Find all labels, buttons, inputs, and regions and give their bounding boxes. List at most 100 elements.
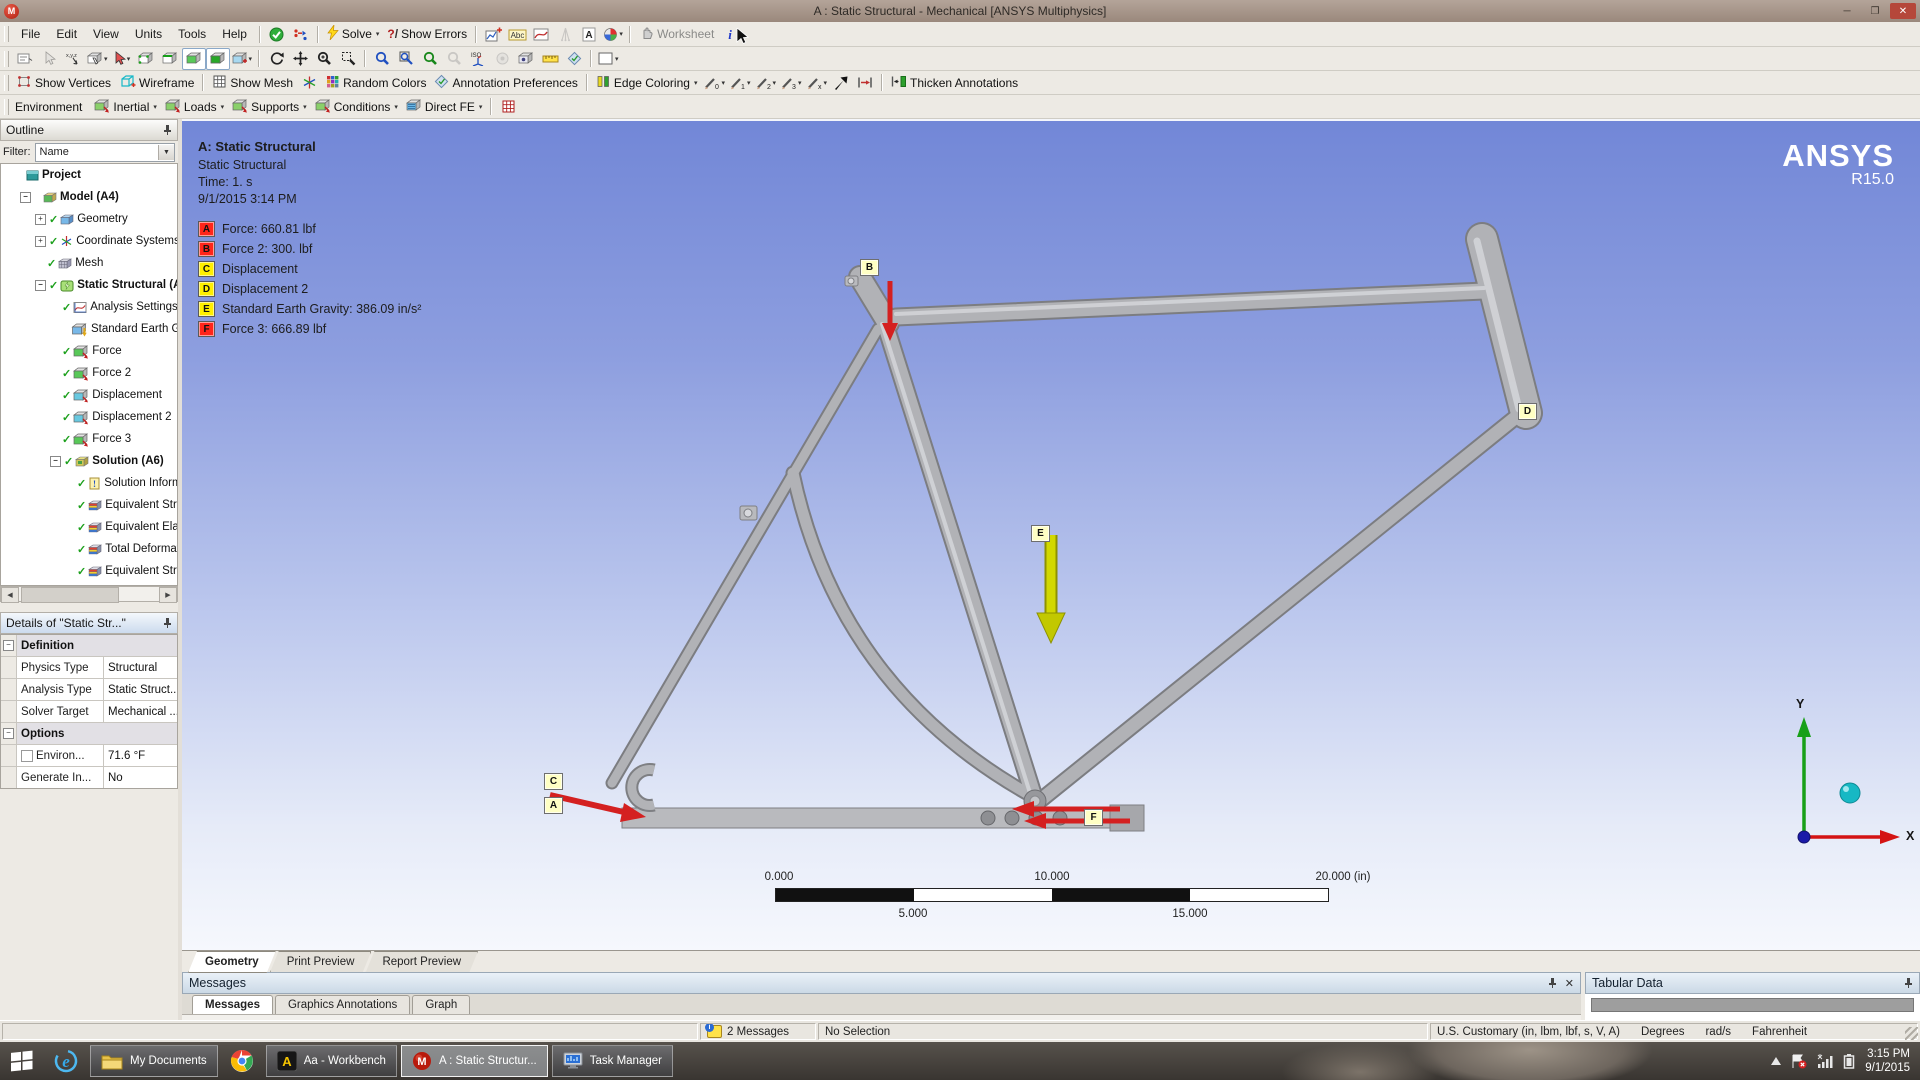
tree-item-coordinate-systems[interactable]: +✓Coordinate Systems	[1, 230, 177, 252]
tray-expand-icon[interactable]	[1771, 1057, 1781, 1065]
toolbar-grip[interactable]	[4, 51, 9, 67]
chevron-down-icon[interactable]: ▾	[824, 79, 828, 87]
tree-item-force-3[interactable]: ✓Force 3	[1, 428, 177, 450]
mesh-connection-icon[interactable]	[297, 72, 321, 94]
tab-messages[interactable]: Messages	[192, 995, 273, 1014]
detail-value[interactable]: Structural	[104, 657, 177, 678]
scrollbar-thumb[interactable]	[21, 587, 119, 603]
menu-view[interactable]: View	[85, 24, 127, 44]
close-icon[interactable]: ✕	[1565, 977, 1574, 990]
chevron-down-icon[interactable]: ▾	[479, 103, 483, 111]
tab-print-preview[interactable]: Print Preview	[270, 951, 372, 973]
tree-item-force-2[interactable]: ✓Force 2	[1, 362, 177, 384]
tab-graphics-annotations[interactable]: Graphics Annotations	[275, 995, 410, 1014]
coordinates-pointer-icon[interactable]: x,y,z	[61, 48, 85, 70]
zoom-window-icon[interactable]	[394, 48, 418, 70]
maximize-button[interactable]: ❐	[1862, 3, 1888, 19]
iso-view-icon[interactable]: ISO	[466, 48, 490, 70]
rotate-icon[interactable]	[264, 48, 288, 70]
body-select-icon[interactable]	[206, 48, 230, 70]
close-button[interactable]: ✕	[1890, 3, 1916, 19]
probe-icon[interactable]	[553, 23, 577, 45]
edge-direction-x-icon[interactable]: x▾	[804, 72, 830, 94]
chevron-down-icon[interactable]: ▾	[303, 103, 307, 111]
tree-item-equivalent-elastic-strain[interactable]: ✓Equivalent Elastic Strain	[1, 516, 177, 538]
window-titlebar[interactable]: M A : Static Structural - Mechanical [AN…	[0, 0, 1920, 22]
taskbar-button-task-manager[interactable]: Task Manager	[552, 1045, 673, 1077]
select-mode-icon[interactable]: ▾	[85, 48, 110, 70]
checkbox[interactable]	[21, 750, 33, 762]
chevron-down-icon[interactable]: ▾	[694, 79, 698, 87]
chevron-down-icon[interactable]: ▾	[104, 55, 108, 63]
tree-item-solution-information[interactable]: ✓!Solution Information	[1, 472, 177, 494]
detail-value[interactable]: No	[104, 767, 177, 788]
solve-status-icon[interactable]	[265, 23, 289, 45]
tree-item-project[interactable]: Project	[1, 164, 177, 186]
toolbar-grip[interactable]	[4, 75, 9, 91]
tree-item-equivalent-stress[interactable]: ✓Equivalent Stress	[1, 494, 177, 516]
next-view-icon[interactable]	[442, 48, 466, 70]
chevron-down-icon[interactable]: ▾	[798, 79, 802, 87]
collapse-icon[interactable]: −	[3, 728, 14, 739]
edge-direction-2-icon[interactable]: 2▾	[753, 72, 779, 94]
taskbar-clock[interactable]: 3:15 PM 9/1/2015	[1865, 1047, 1910, 1075]
tab-graph[interactable]: Graph	[412, 995, 470, 1014]
tree-item-displacement[interactable]: ✓Displacement	[1, 384, 177, 406]
extend-selection-icon[interactable]: ▾	[230, 48, 255, 70]
chevron-down-icon[interactable]: ▾	[615, 55, 619, 63]
network-icon[interactable]	[1817, 1054, 1833, 1068]
chevron-down-icon[interactable]: ▼	[158, 145, 174, 160]
random-colors-button[interactable]: Random Colors	[321, 72, 430, 94]
wireframe-button[interactable]: Wireframe	[115, 72, 198, 94]
collapse-icon[interactable]: −	[50, 456, 61, 467]
expand-icon[interactable]: +	[35, 236, 46, 247]
expand-icon[interactable]: +	[35, 214, 46, 225]
tree-item-model-a4[interactable]: −Model (A4)	[1, 186, 177, 208]
explode-view-icon[interactable]	[829, 72, 853, 94]
conditions-button[interactable]: Conditions▾	[311, 96, 402, 118]
zoom-icon[interactable]	[312, 48, 336, 70]
collapse-icon[interactable]: −	[20, 192, 31, 203]
tree-item-standard-earth-gravity[interactable]: Standard Earth Gravity	[1, 318, 177, 340]
chevron-down-icon[interactable]: ▾	[153, 103, 157, 111]
collapse-icon[interactable]: −	[35, 280, 46, 291]
edge-coloring-button[interactable]: Edge Coloring▾	[592, 72, 702, 94]
toolbar-grip[interactable]	[4, 26, 9, 42]
new-chart-icon[interactable]	[481, 23, 505, 45]
lasso-select-icon[interactable]: ▾	[110, 48, 134, 70]
menu-units[interactable]: Units	[127, 24, 170, 44]
outline-hscrollbar[interactable]: ◀ ▶	[0, 586, 178, 602]
vertex-select-icon[interactable]	[134, 48, 158, 70]
fit-view-icon[interactable]	[370, 48, 394, 70]
action-center-flag-icon[interactable]	[1791, 1054, 1807, 1069]
minimize-button[interactable]: ─	[1834, 3, 1860, 19]
tree-item-force[interactable]: ✓Force	[1, 340, 177, 362]
chart-icon[interactable]	[529, 23, 553, 45]
annotation-preferences-button[interactable]: Annotation Preferences	[430, 72, 581, 94]
face-select-icon[interactable]	[182, 48, 206, 70]
direction-pointer-icon[interactable]	[37, 48, 61, 70]
internet-explorer-icon[interactable]: e	[44, 1042, 88, 1080]
graphics-viewport[interactable]: A: Static Structural Static Structural T…	[182, 119, 1920, 952]
detail-value[interactable]: Static Struct...	[104, 679, 177, 700]
solve-button[interactable]: Solve▾	[323, 23, 384, 45]
pin-icon[interactable]	[1548, 977, 1557, 989]
battery-icon[interactable]	[1843, 1053, 1855, 1069]
inertial-button[interactable]: Inertial▾	[90, 96, 161, 118]
manage-views-icon[interactable]	[514, 48, 538, 70]
chevron-down-icon[interactable]: ▾	[127, 55, 131, 63]
tab-report-preview[interactable]: Report Preview	[365, 951, 478, 973]
status-messages[interactable]: 2 Messages	[700, 1023, 816, 1040]
tree-item-mesh[interactable]: ✓Mesh	[1, 252, 177, 274]
scroll-right-icon[interactable]: ▶	[159, 587, 177, 603]
toolbar-grip[interactable]	[4, 99, 9, 115]
menu-tools[interactable]: Tools	[170, 24, 214, 44]
result-sphere-icon[interactable]: ▾	[601, 23, 625, 45]
look-at-icon[interactable]	[490, 48, 514, 70]
taskbar-button-aa-workbench[interactable]: AAa - Workbench	[266, 1045, 397, 1077]
pin-icon[interactable]	[1904, 977, 1913, 989]
show-mesh-button[interactable]: Show Mesh	[208, 72, 297, 94]
menu-help[interactable]: Help	[214, 24, 255, 44]
supports-button[interactable]: Supports▾	[228, 96, 311, 118]
chevron-down-icon[interactable]: ▾	[619, 30, 623, 38]
